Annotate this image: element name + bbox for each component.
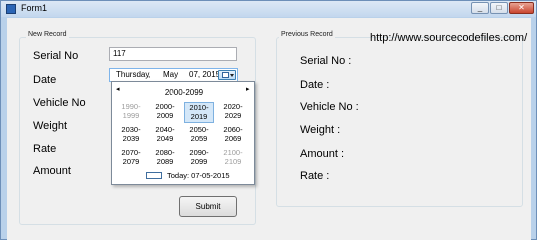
calendar-decade-cell[interactable]: 2050- 2059 — [184, 125, 214, 146]
rate-label: Rate — [33, 143, 57, 155]
calendar-next-button[interactable]: ▸ — [246, 85, 250, 93]
calendar-cell-end: 2049 — [156, 134, 174, 143]
calendar-decade-cell[interactable]: 2040- 2049 — [150, 125, 180, 146]
title-bar[interactable]: Form1 _ □ ✕ — [1, 1, 536, 17]
window-title: Form1 — [21, 3, 48, 13]
calendar-cell-end: 2069 — [224, 134, 242, 143]
date-weekday: Thursday — [116, 70, 150, 79]
maximize-button[interactable]: □ — [490, 2, 508, 14]
calendar-header[interactable]: 2000-2099 — [142, 88, 226, 97]
calendar-decade-cell[interactable]: 2020- 2029 — [218, 102, 248, 123]
submit-button[interactable]: Submit — [179, 196, 237, 217]
prev-weight-label: Weight : — [300, 124, 341, 136]
date-picker[interactable]: Thursday , May 07, 2015 — [109, 68, 238, 82]
prev-serial-label: Serial No : — [300, 55, 352, 67]
calendar-decade-cell[interactable]: 2070- 2079 — [116, 148, 146, 169]
previous-record-title: Previous Record — [279, 31, 335, 38]
calendar-cell-start: 2090- — [189, 148, 209, 157]
calendar-cell-end: 2079 — [122, 157, 140, 166]
calendar-cell-start: 2050- — [189, 125, 209, 134]
new-record-title: New Record — [26, 31, 69, 38]
calendar-decade-cell[interactable]: 1990- 1999 — [116, 102, 146, 123]
date-separator: , — [148, 70, 151, 79]
calendar-cell-end: 2039 — [122, 134, 140, 143]
calendar-cell-start: 2030- — [121, 125, 141, 134]
calendar-cell-end: 2089 — [156, 157, 174, 166]
prev-amount-label: Amount : — [300, 148, 345, 160]
date-day-year: 07, 2015 — [189, 70, 221, 79]
calendar-decade-cell[interactable]: 2090- 2099 — [184, 148, 214, 169]
calendar-cell-start: 2040- — [155, 125, 175, 134]
prev-date-label: Date : — [300, 79, 330, 91]
calendar-decade-cell[interactable]: 2080- 2089 — [150, 148, 180, 169]
calendar-cell-start: 1990- — [121, 102, 141, 111]
today-marker-icon — [146, 172, 162, 179]
calendar-decade-cell[interactable]: 2100- 2109 — [218, 148, 248, 169]
calendar-prev-button[interactable]: ◂ — [116, 85, 120, 93]
calendar-cell-start: 2000- — [155, 102, 175, 111]
prev-rate-label: Rate : — [300, 170, 330, 182]
calendar-cell-end: 2009 — [156, 111, 174, 120]
calendar-cell-end: 2019 — [190, 112, 208, 121]
calendar-cell-start: 2010- — [189, 103, 209, 112]
calendar-popup: ◂ ▸ 2000-2099 1990- 1999 2000- 2009 2010- 201… — [111, 81, 255, 185]
chevron-down-icon — [230, 74, 234, 77]
prev-vehicle-label: Vehicle No : — [300, 101, 359, 113]
calendar-decade-cell[interactable]: 2030- 2039 — [116, 125, 146, 146]
calendar-cell-start: 2100- — [223, 148, 243, 157]
calendar-dropdown-button[interactable] — [218, 70, 236, 80]
calendar-decade-cell[interactable]: 2060- 2069 — [218, 125, 248, 146]
calendar-cell-start: 2070- — [121, 148, 141, 157]
date-month: May — [163, 70, 179, 79]
calendar-cell-end: 2099 — [190, 157, 208, 166]
minimize-button[interactable]: _ — [471, 2, 489, 14]
calendar-cell-end: 2109 — [224, 157, 242, 166]
close-button[interactable]: ✕ — [509, 2, 534, 14]
serial-input[interactable]: 117 — [109, 47, 237, 61]
calendar-cell-start: 2020- — [223, 102, 243, 111]
amount-label: Amount — [33, 165, 71, 177]
calendar-cell-end: 2059 — [190, 134, 208, 143]
weight-label: Weight — [33, 120, 68, 132]
website-url: http://www.sourcecodefiles.com/ — [370, 32, 528, 44]
calendar-decade-cell[interactable]: 2010- 2019 — [184, 102, 214, 123]
today-link[interactable]: Today: 07-05-2015 — [167, 171, 230, 180]
calendar-cell-start: 2060- — [223, 125, 243, 134]
calendar-icon — [222, 72, 229, 78]
calendar-cell-start: 2080- — [155, 148, 175, 157]
calendar-decade-cell[interactable]: 2000- 2009 — [150, 102, 180, 123]
serial-label: Serial No — [33, 50, 79, 62]
date-label: Date — [33, 74, 57, 86]
vehicle-label: Vehicle No — [33, 97, 86, 109]
app-icon — [6, 4, 16, 14]
calendar-cell-end: 1999 — [122, 111, 140, 120]
calendar-cell-end: 2029 — [224, 111, 242, 120]
